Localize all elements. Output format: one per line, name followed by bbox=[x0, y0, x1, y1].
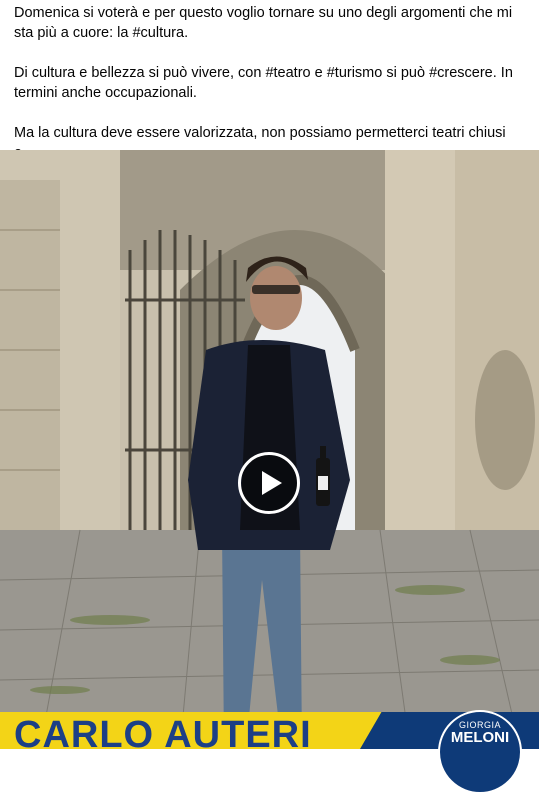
play-icon bbox=[261, 471, 282, 495]
play-button[interactable] bbox=[238, 452, 300, 514]
candidate-name: CARLO AUTERI bbox=[14, 714, 312, 749]
logo-main-text: MELONI bbox=[450, 729, 510, 746]
video-frame bbox=[0, 150, 539, 749]
party-logo: GIORGIA MELONI bbox=[438, 710, 522, 794]
post-paragraph-1: Domenica si voterà e per questo voglio t… bbox=[14, 5, 513, 41]
post-paragraph-2: Di cultura e bellezza si può vivere, con… bbox=[14, 65, 513, 101]
video-player[interactable] bbox=[0, 150, 539, 749]
post-text: Domenica si voterà e per questo voglio t… bbox=[14, 0, 529, 163]
